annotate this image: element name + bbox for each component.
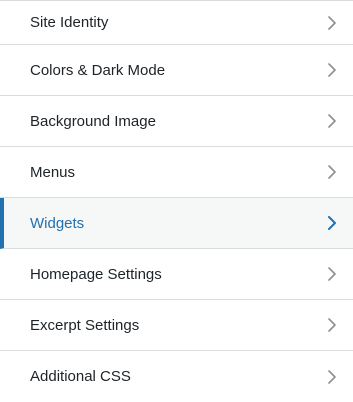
section-excerpt-settings[interactable]: Excerpt Settings bbox=[0, 300, 353, 351]
section-label: Additional CSS bbox=[30, 368, 131, 385]
chevron-right-icon bbox=[325, 63, 339, 77]
section-label: Site Identity bbox=[30, 14, 109, 31]
section-homepage-settings[interactable]: Homepage Settings bbox=[0, 249, 353, 300]
chevron-right-icon bbox=[325, 216, 339, 230]
section-label: Excerpt Settings bbox=[30, 316, 140, 334]
chevron-right-icon bbox=[325, 369, 339, 384]
section-label: Homepage Settings bbox=[30, 265, 162, 283]
section-additional-css[interactable]: Additional CSS bbox=[0, 351, 353, 402]
section-site-identity[interactable]: Site Identity bbox=[0, 1, 353, 45]
chevron-right-icon bbox=[325, 267, 339, 281]
customizer-panel: Site Identity Colors & Dark Mode Backgro… bbox=[0, 0, 353, 402]
section-menus[interactable]: Menus bbox=[0, 147, 353, 198]
section-widgets[interactable]: Widgets bbox=[0, 198, 353, 249]
section-colors-dark-mode[interactable]: Colors & Dark Mode bbox=[0, 45, 353, 96]
section-label: Menus bbox=[30, 163, 76, 181]
section-label: Colors & Dark Mode bbox=[30, 61, 166, 79]
section-background-image[interactable]: Background Image bbox=[0, 96, 353, 147]
chevron-right-icon bbox=[325, 15, 339, 30]
chevron-right-icon bbox=[325, 165, 339, 179]
chevron-right-icon bbox=[325, 114, 339, 128]
section-label: Background Image bbox=[30, 112, 156, 130]
customizer-section-list: Site Identity Colors & Dark Mode Backgro… bbox=[0, 0, 353, 402]
section-label: Widgets bbox=[30, 214, 85, 232]
chevron-right-icon bbox=[325, 318, 339, 332]
